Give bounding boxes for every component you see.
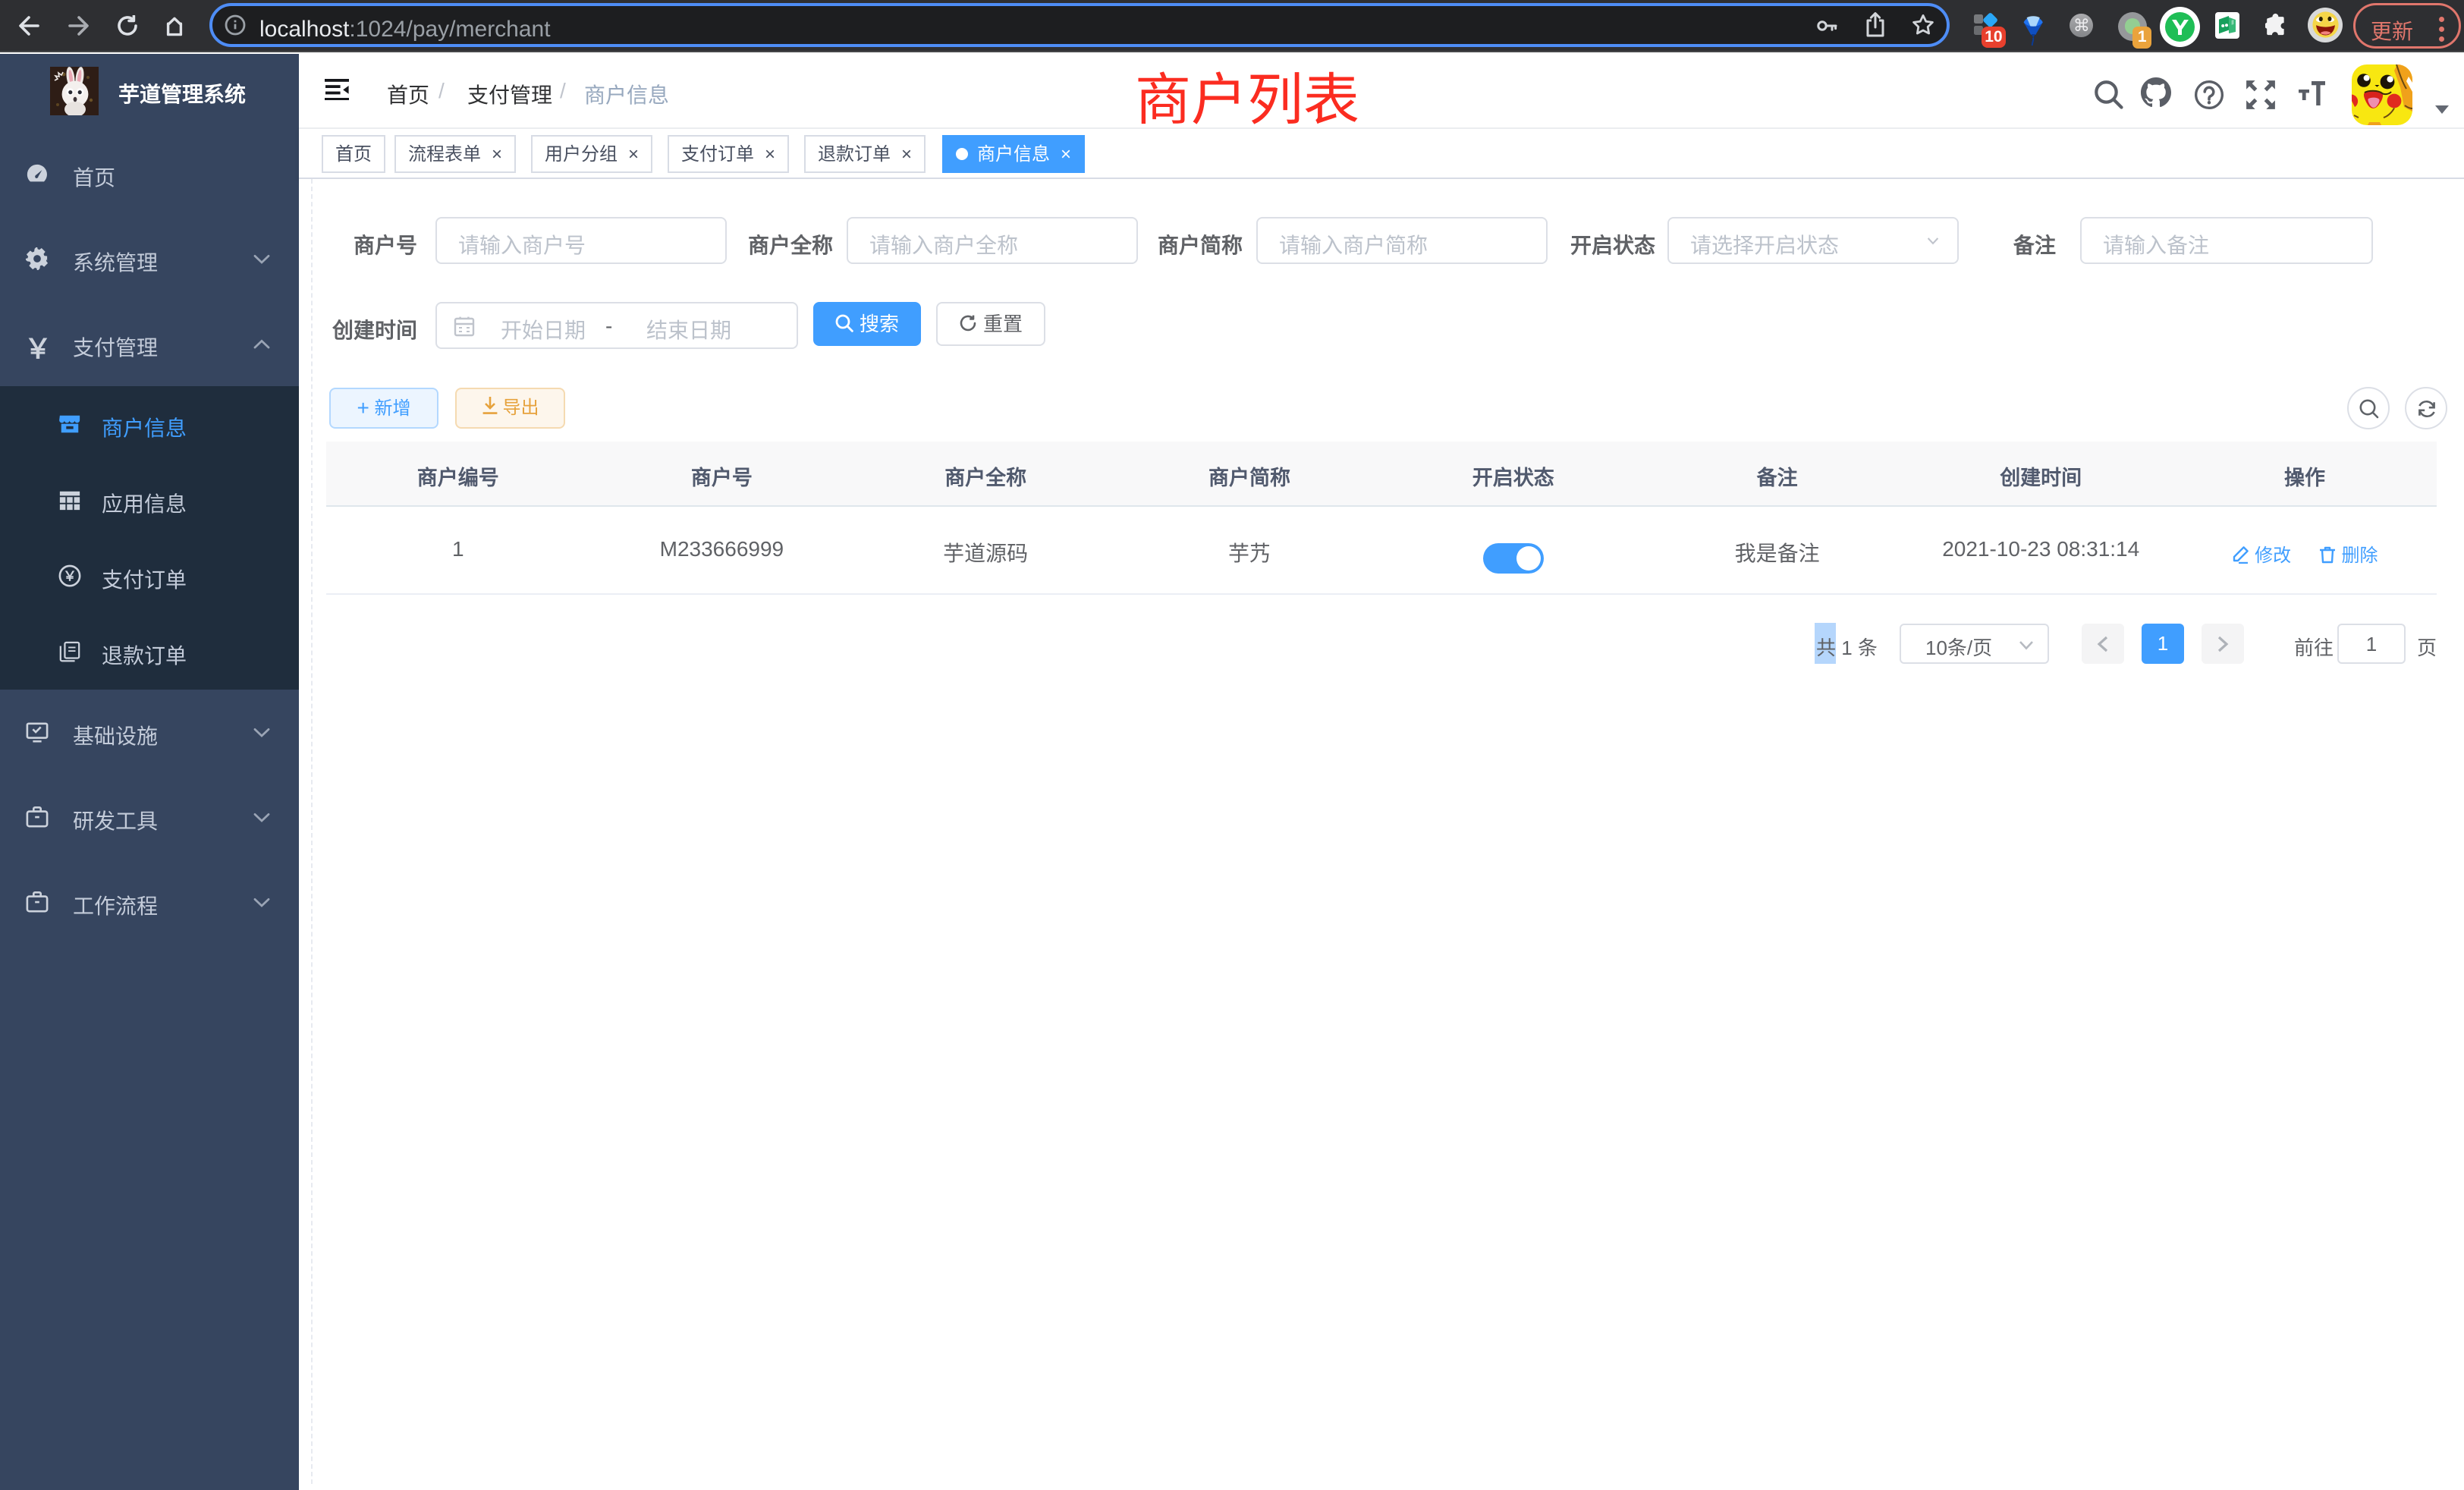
svg-text:￥: ￥ [63,569,77,584]
